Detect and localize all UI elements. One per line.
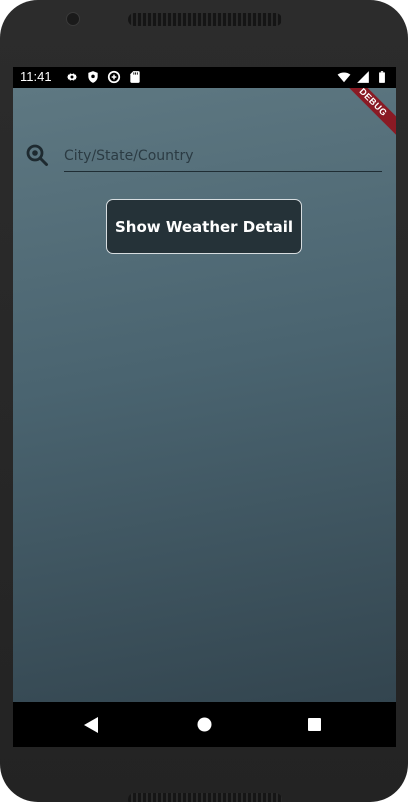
show-weather-detail-button[interactable]: Show Weather Detail xyxy=(106,199,302,254)
debug-banner: DEBUG xyxy=(336,88,396,139)
battery-icon xyxy=(379,71,385,83)
weather-app-screen: DEBUG Show Weather Detail xyxy=(13,88,396,702)
android-nav-bar xyxy=(13,702,396,747)
home-icon[interactable] xyxy=(197,717,212,732)
top-speaker-grille xyxy=(128,13,282,26)
search-location-icon[interactable] xyxy=(25,143,49,167)
recents-icon[interactable] xyxy=(308,718,321,731)
screen: 11:41 DEBUG City/State/Country Show Weat… xyxy=(13,67,396,747)
data-saver-icon xyxy=(107,70,121,84)
settings-icon xyxy=(66,73,78,81)
signal-icon xyxy=(357,71,369,83)
back-icon[interactable] xyxy=(84,717,98,733)
status-time: 11:41 xyxy=(20,69,52,84)
status-icons-left xyxy=(65,70,142,84)
shield-icon xyxy=(88,71,98,83)
front-camera xyxy=(66,12,80,26)
sd-card-icon xyxy=(130,71,140,83)
bottom-speaker-grille xyxy=(128,793,282,802)
phone-frame: 11:41 DEBUG City/State/Country Show Weat… xyxy=(0,0,408,802)
wifi-icon xyxy=(337,72,351,83)
search-row xyxy=(25,141,382,183)
status-icons-right xyxy=(337,70,389,84)
city-search-input[interactable] xyxy=(64,141,382,172)
status-bar: 11:41 xyxy=(13,67,396,88)
